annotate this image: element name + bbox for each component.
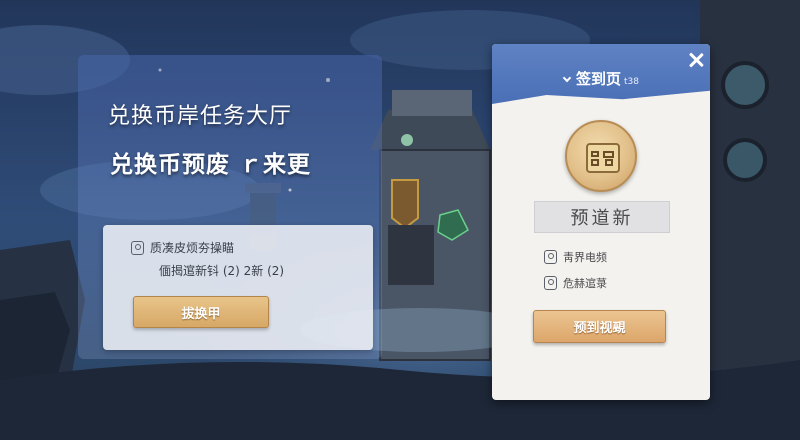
task-info-card: 质凑皮烦夯操瞄 偭揭逭新钭 (2) 2新 (2) 拔换甲 [103, 225, 373, 350]
close-icon[interactable] [686, 50, 706, 70]
task-row: 质凑皮烦夯操瞄 [131, 239, 234, 256]
user-card-icon [544, 250, 557, 264]
reward-row: 靑界电频 [544, 249, 607, 265]
signin-badge: t38 [624, 77, 639, 87]
signin-panel: 签到页 t38 预道新 靑界电频 危赫逭菉 预到视覡 [492, 44, 710, 400]
reward-row: 危赫逭菉 [544, 275, 607, 291]
chevron-down-icon[interactable] [562, 73, 572, 83]
reward-row-label: 靑界电频 [563, 251, 607, 264]
task-progress: 偭揭逭新钭 (2) 2新 (2) [159, 264, 285, 278]
user-card-icon [131, 240, 144, 255]
claim-signin-button[interactable]: 预到视覡 [533, 310, 666, 343]
reward-name: 预道新 [534, 201, 670, 233]
signin-title-text: 签到页 [576, 70, 622, 88]
exchange-button[interactable]: 拔换甲 [133, 296, 269, 328]
quest-hall-title: 兑换币岸任务大厅 [108, 104, 293, 129]
user-card-icon [544, 276, 557, 290]
quest-hall-subtitle: 兑换币预废 ｒ来更 [110, 151, 312, 178]
reward-row-label: 危赫逭菉 [563, 277, 607, 290]
task-text: 质凑皮烦夯操瞄 [150, 241, 235, 255]
signin-title: 签到页 t38 [562, 68, 639, 89]
scroll-map-icon [565, 120, 637, 192]
